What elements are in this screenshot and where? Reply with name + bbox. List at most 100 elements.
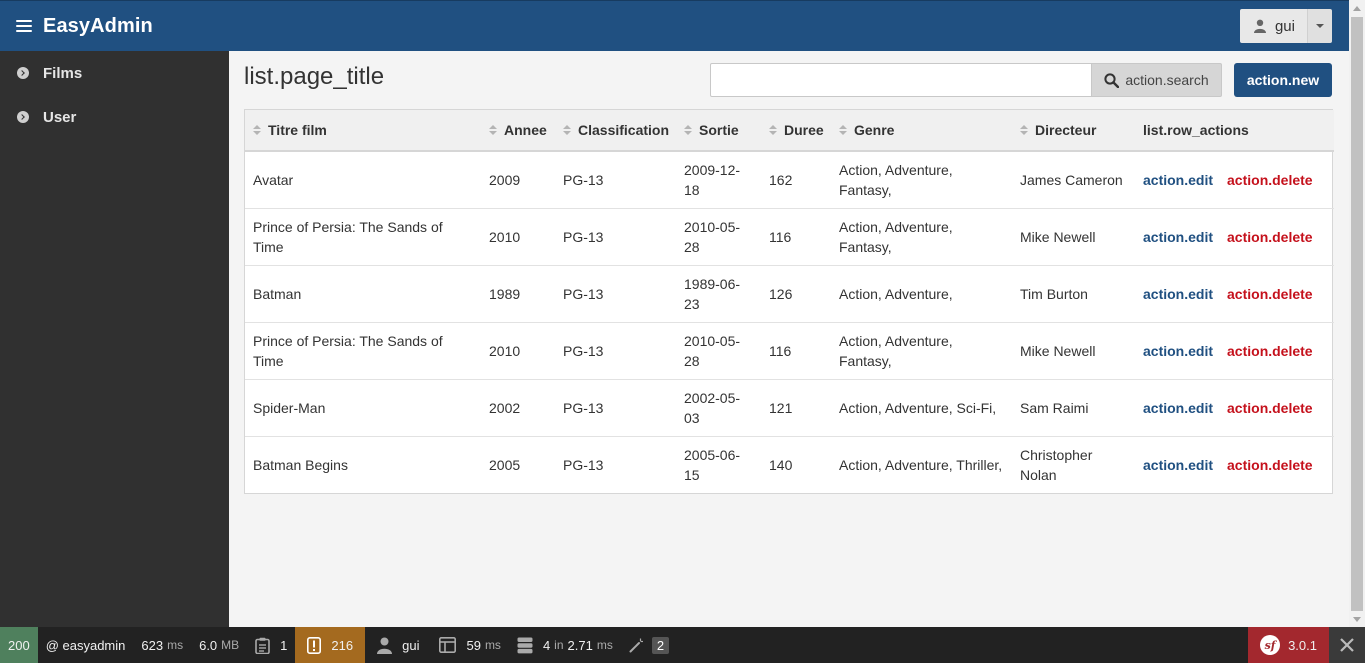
- cell-classification: PG-13: [563, 171, 604, 188]
- search-button-label: action.search: [1125, 72, 1209, 88]
- symfony-version-panel[interactable]: sf 3.0.1: [1248, 627, 1329, 663]
- cell-year: 2002: [489, 399, 521, 416]
- cell-title: Prince of Persia: The Sands of Time: [253, 332, 443, 369]
- forms-panel[interactable]: 1: [247, 627, 295, 663]
- column-header-classification[interactable]: Classification: [555, 110, 676, 151]
- scroll-up-icon[interactable]: [1349, 0, 1365, 16]
- sort-icon: [769, 125, 777, 136]
- cell-year: 2010: [489, 342, 521, 359]
- table-header-row: Titre film Annee Classification Sortie D…: [245, 110, 1334, 151]
- events-panel[interactable]: 2: [621, 627, 677, 663]
- delete-link[interactable]: action.delete: [1227, 286, 1313, 302]
- render-time-panel[interactable]: 59 ms: [431, 627, 508, 663]
- cell-release-date: 1989-06-23: [684, 275, 741, 312]
- request-time[interactable]: 623 ms: [133, 627, 191, 663]
- column-header-genre[interactable]: Genre: [831, 110, 1012, 151]
- route-info[interactable]: @ easyadmin: [38, 627, 134, 663]
- cell-year: 2005: [489, 456, 521, 473]
- search-icon: [1104, 72, 1120, 88]
- cell-genre: Action, Adventure,: [839, 285, 953, 302]
- column-header-duree[interactable]: Duree: [761, 110, 831, 151]
- sidebar-item-user[interactable]: User: [0, 95, 229, 139]
- delete-link[interactable]: action.delete: [1227, 229, 1313, 245]
- close-icon[interactable]: [1329, 627, 1365, 663]
- delete-link[interactable]: action.delete: [1227, 457, 1313, 473]
- cell-classification: PG-13: [563, 342, 604, 359]
- cell-duration: 126: [769, 285, 793, 302]
- user-icon: [1253, 19, 1266, 33]
- database-panel[interactable]: 4 in 2.71 ms: [509, 627, 621, 663]
- cell-row-actions: action.edit action.delete: [1135, 151, 1334, 208]
- layout-icon: [439, 637, 457, 653]
- column-header-titre-film[interactable]: Titre film: [245, 110, 481, 151]
- brand-logo-text[interactable]: EasyAdmin: [43, 15, 153, 38]
- sidebar-item-label: Films: [43, 64, 83, 82]
- page-title: list.page_title: [244, 63, 385, 90]
- sidebar-item-films[interactable]: Films: [0, 51, 229, 95]
- memory-usage[interactable]: 6.0 MB: [191, 627, 247, 663]
- edit-link[interactable]: action.edit: [1143, 457, 1213, 473]
- cell-row-actions: action.edit action.delete: [1135, 322, 1334, 379]
- cell-classification: PG-13: [563, 399, 604, 416]
- new-button[interactable]: action.new: [1234, 63, 1332, 97]
- cell-release-date: 2002-05-03: [684, 389, 741, 426]
- cell-classification: PG-13: [563, 228, 604, 245]
- cell-duration: 116: [769, 342, 792, 359]
- sort-icon: [839, 125, 847, 136]
- sort-icon: [684, 125, 692, 136]
- menu-toggle-icon[interactable]: [16, 20, 32, 32]
- table-row: Batman Begins 2005 PG-13 2005-06-15 140 Actio…: [245, 436, 1334, 493]
- edit-link[interactable]: action.edit: [1143, 286, 1213, 302]
- sort-icon: [1020, 125, 1028, 136]
- column-header-sortie[interactable]: Sortie: [676, 110, 761, 151]
- cell-director: Sam Raimi: [1020, 399, 1089, 416]
- sort-icon: [489, 125, 497, 136]
- delete-link[interactable]: action.delete: [1227, 343, 1313, 359]
- user-button[interactable]: gui: [1239, 9, 1307, 43]
- debug-toolbar: 200 @ easyadmin 623 ms 6.0 MB 1 216 gui 59…: [0, 627, 1365, 663]
- delete-link[interactable]: action.delete: [1227, 400, 1313, 416]
- scroll-down-icon[interactable]: [1349, 611, 1365, 627]
- cell-year: 2009: [489, 171, 521, 188]
- security-panel[interactable]: gui: [365, 627, 431, 663]
- database-icon: [517, 637, 533, 653]
- user-icon: [377, 637, 393, 654]
- logs-panel[interactable]: 216: [295, 627, 366, 663]
- cell-director: Mike Newell: [1020, 342, 1096, 359]
- sidebar-item-label: User: [43, 108, 77, 126]
- chevron-down-icon: [1316, 24, 1324, 28]
- user-dropdown-toggle[interactable]: [1307, 9, 1332, 43]
- cell-year: 2010: [489, 228, 521, 245]
- column-header-row-actions: list.row_actions: [1143, 122, 1249, 138]
- cell-row-actions: action.edit action.delete: [1135, 379, 1334, 436]
- edit-link[interactable]: action.edit: [1143, 172, 1213, 188]
- user-name: gui: [1274, 17, 1295, 35]
- cell-genre: Action, Adventure, Thriller,: [839, 456, 1003, 473]
- edit-link[interactable]: action.edit: [1143, 400, 1213, 416]
- cell-row-actions: action.edit action.delete: [1135, 436, 1334, 493]
- scrollbar-thumb[interactable]: [1351, 17, 1363, 611]
- films-table: Titre film Annee Classification Sortie D…: [244, 109, 1334, 494]
- status-code-badge[interactable]: 200: [0, 627, 38, 663]
- magic-wand-icon: [629, 638, 643, 652]
- cell-title: Batman: [253, 285, 302, 302]
- cell-year: 1989: [489, 285, 521, 302]
- chevron-circle-right-icon: [17, 111, 29, 123]
- page-scrollbar[interactable]: [1349, 0, 1365, 627]
- search-button[interactable]: action.search: [1092, 63, 1222, 97]
- column-header-directeur[interactable]: Directeur: [1012, 110, 1135, 151]
- cell-title: Avatar: [253, 171, 294, 188]
- delete-link[interactable]: action.delete: [1227, 172, 1313, 188]
- sort-icon: [253, 125, 261, 136]
- edit-link[interactable]: action.edit: [1143, 229, 1213, 245]
- cell-genre: Action, Adventure, Fantasy,: [839, 218, 953, 255]
- cell-genre: Action, Adventure, Fantasy,: [839, 332, 953, 369]
- cell-release-date: 2010-05-28: [684, 218, 741, 255]
- cell-row-actions: action.edit action.delete: [1135, 208, 1334, 265]
- warning-icon: [307, 636, 322, 654]
- symfony-logo-icon: sf: [1260, 635, 1281, 655]
- edit-link[interactable]: action.edit: [1143, 343, 1213, 359]
- clipboard-icon: [255, 637, 270, 654]
- search-input[interactable]: [710, 63, 1092, 97]
- column-header-annee[interactable]: Annee: [481, 110, 555, 151]
